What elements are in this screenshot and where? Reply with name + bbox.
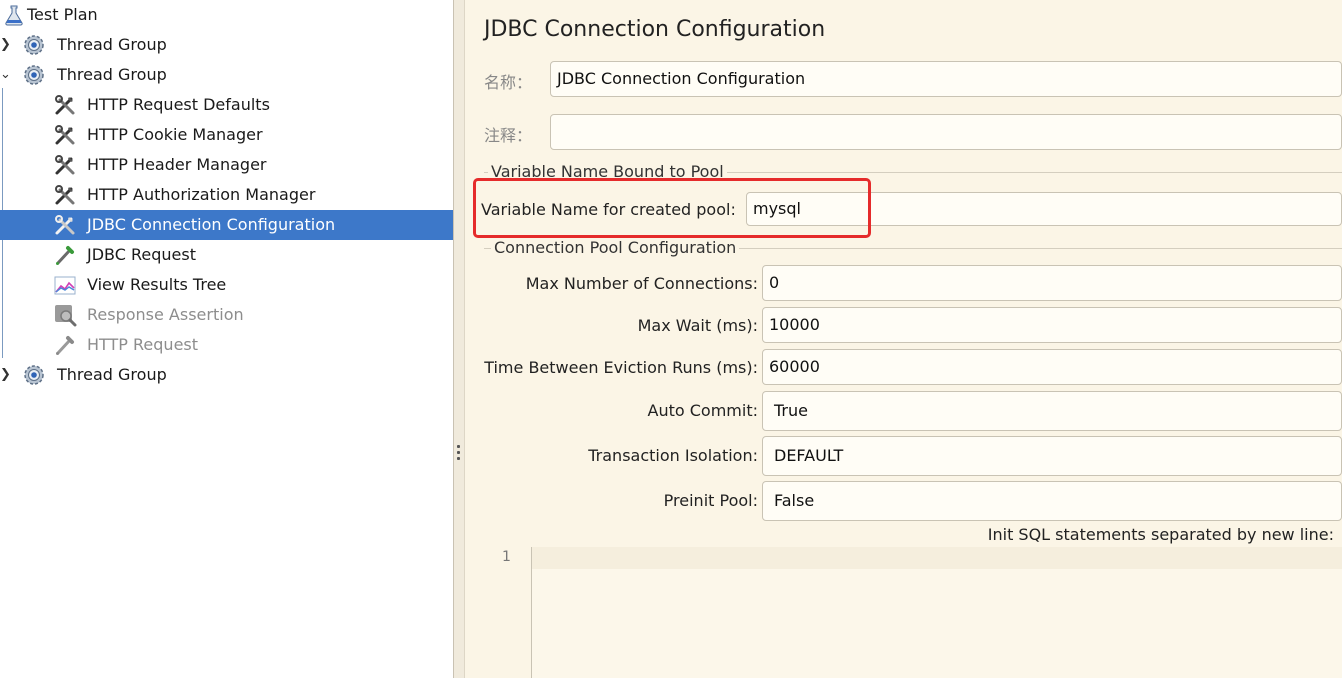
flask-icon: [5, 5, 23, 26]
tree-item-response-assertion[interactable]: Response Assertion: [0, 300, 453, 330]
tree-item-label: Response Assertion: [87, 305, 244, 324]
transaction-isolation-select[interactable]: DEFAULT: [762, 436, 1342, 476]
pipette-icon: [56, 246, 74, 265]
editor-line-number: 1: [502, 549, 511, 565]
tree-item-label: HTTP Cookie Manager: [87, 125, 263, 144]
preinit-pool-select[interactable]: False: [762, 481, 1342, 521]
tree-item-thread-group-3[interactable]: ❯ Thread Group: [0, 360, 453, 390]
max-wait-label: Max Wait (ms):: [637, 316, 758, 335]
tree-item-label: Thread Group: [57, 365, 167, 384]
tree-item-test-plan[interactable]: Test Plan: [0, 0, 453, 30]
gear-icon: [24, 65, 44, 85]
max-connections-label: Max Number of Connections:: [525, 274, 758, 293]
chevron-down-icon[interactable]: ⌄: [0, 60, 12, 90]
tree-item-label: Test Plan: [27, 5, 98, 24]
tree-item-view-results-tree[interactable]: View Results Tree: [0, 270, 453, 300]
max-wait-field[interactable]: 10000: [762, 307, 1342, 343]
wrench-screwdriver-icon: [55, 95, 75, 115]
highlight-box: [473, 178, 871, 238]
preinit-pool-label: Preinit Pool:: [663, 491, 758, 510]
wrench-screwdriver-icon: [55, 185, 75, 205]
tree-item-label: Thread Group: [57, 35, 167, 54]
tree-item-http-header-manager[interactable]: HTTP Header Manager: [0, 150, 453, 180]
tree-item-label: View Results Tree: [87, 275, 227, 294]
section-connection-pool: Connection Pool Configuration: [491, 238, 740, 257]
tree-item-label: HTTP Authorization Manager: [87, 185, 316, 204]
pane-splitter[interactable]: [453, 0, 465, 678]
name-field[interactable]: JDBC Connection Configuration: [550, 61, 1342, 97]
tree-item-http-authorization-manager[interactable]: HTTP Authorization Manager: [0, 180, 453, 210]
tree-item-http-request-defaults[interactable]: HTTP Request Defaults: [0, 90, 453, 120]
auto-commit-select[interactable]: True: [762, 391, 1342, 431]
comment-label: 注释：: [484, 126, 533, 145]
wrench-screwdriver-icon: [55, 155, 75, 175]
chart-icon: [54, 276, 76, 295]
wrench-screwdriver-icon: [55, 125, 75, 145]
tree-item-label: HTTP Request Defaults: [87, 95, 270, 114]
name-label: 名称：: [484, 73, 533, 92]
tree-item-jdbc-connection-configuration[interactable]: JDBC Connection Configuration: [0, 210, 453, 240]
tree-item-jdbc-request[interactable]: JDBC Request: [0, 240, 453, 270]
pipette-icon: [56, 336, 74, 355]
tree-item-thread-group-2[interactable]: ⌄ Thread Group: [0, 60, 453, 90]
tree-item-thread-group-1[interactable]: ❯ Thread Group: [0, 30, 453, 60]
tree-item-label: JDBC Request: [87, 245, 196, 264]
editor-current-line: [532, 547, 1342, 569]
tree-item-label: Thread Group: [57, 65, 167, 84]
auto-commit-label: Auto Commit:: [647, 401, 758, 420]
init-sql-label: Init SQL statements separated by new lin…: [987, 525, 1334, 544]
transaction-isolation-label: Transaction Isolation:: [588, 446, 758, 465]
eviction-runs-field[interactable]: 60000: [762, 349, 1342, 385]
max-connections-field[interactable]: 0: [762, 265, 1342, 301]
eviction-runs-label: Time Between Eviction Runs (ms):: [484, 358, 758, 377]
magnifier-icon: [55, 305, 77, 327]
tree-item-label: JDBC Connection Configuration: [87, 215, 336, 234]
tree-item-http-cookie-manager[interactable]: HTTP Cookie Manager: [0, 120, 453, 150]
config-panel: JDBC Connection Configuration 名称： JDBC C…: [465, 0, 1342, 678]
gear-icon: [24, 365, 44, 385]
chevron-right-icon[interactable]: ❯: [0, 30, 12, 60]
splitter-grip-icon[interactable]: [457, 445, 461, 463]
tree-item-http-request[interactable]: HTTP Request: [0, 330, 453, 360]
comment-field[interactable]: [550, 114, 1342, 150]
chevron-right-icon[interactable]: ❯: [0, 360, 12, 390]
test-plan-tree[interactable]: Test Plan ❯ Thread Group ⌄ Thread Group …: [0, 0, 453, 678]
tree-item-label: HTTP Request: [87, 335, 199, 354]
panel-title: JDBC Connection Configuration: [484, 17, 826, 42]
tree-item-label: HTTP Header Manager: [87, 155, 267, 174]
gear-icon: [24, 35, 44, 55]
wrench-screwdriver-icon: [55, 215, 75, 235]
